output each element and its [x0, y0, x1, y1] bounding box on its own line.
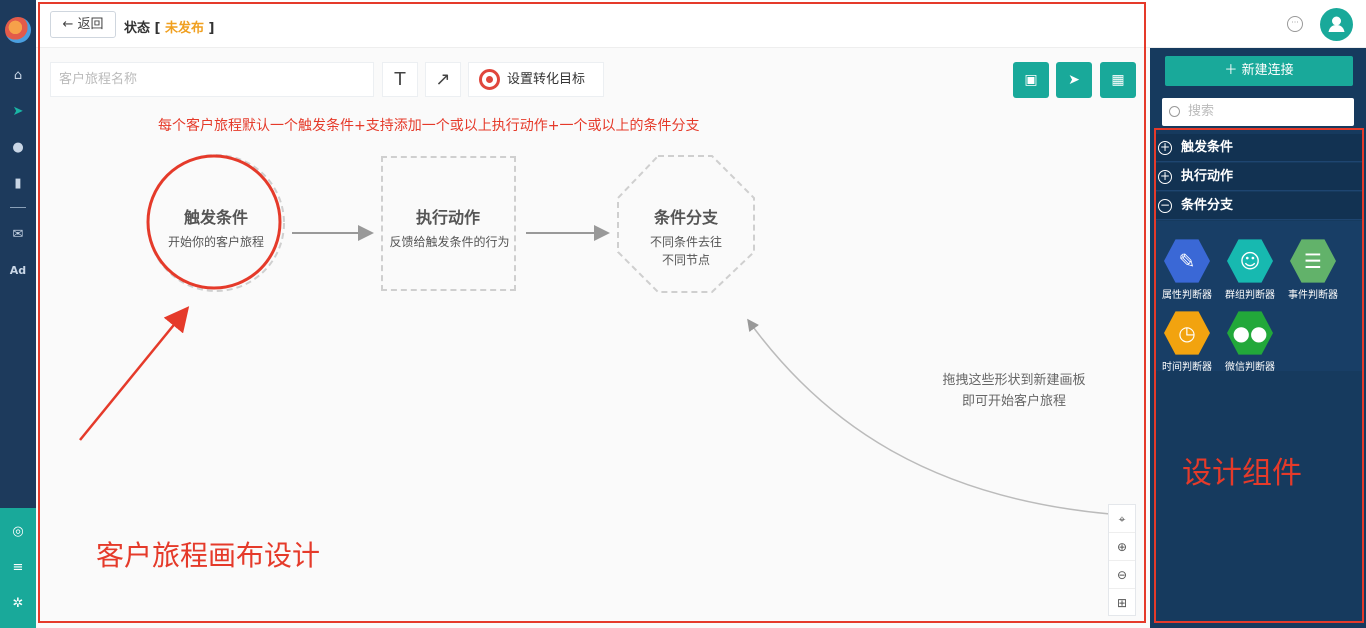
new-connection-button[interactable]: ＋ 新建连接	[1165, 56, 1353, 86]
zoom-in-icon[interactable]: ⊕	[1109, 533, 1135, 561]
network-icon[interactable]: ◎	[8, 522, 28, 542]
component-group[interactable]: ☺ 群组判断器	[1218, 238, 1282, 301]
action-subtitle: 反馈给触发条件的行为	[389, 235, 510, 249]
section-trigger-label: 触发条件	[1181, 140, 1234, 155]
component-label: 微信判断器	[1225, 362, 1275, 373]
chat-icon[interactable]: ···	[1287, 16, 1303, 32]
section-branch-label: 条件分支	[1181, 198, 1234, 213]
component-event[interactable]: ☰ 事件判断器	[1281, 238, 1345, 301]
bar-chart-icon[interactable]: ▮	[8, 174, 28, 194]
user-group-icon: ☺	[1227, 239, 1273, 283]
user-icon[interactable]: ●	[8, 138, 28, 158]
drag-hint-line-1: 拖拽这些形状到新建画板	[942, 373, 1086, 388]
component-wechat[interactable]: ●● 微信判断器	[1218, 310, 1282, 373]
component-search-input[interactable]: 搜索	[1162, 98, 1354, 126]
sitemap-icon[interactable]: ⊞	[1109, 589, 1135, 617]
zoom-out-icon[interactable]: ⊖	[1109, 561, 1135, 589]
branch-subtitle-2: 不同节点	[661, 253, 710, 267]
component-label: 时间判断器	[1162, 362, 1212, 373]
clock-icon: ◷	[1164, 311, 1210, 355]
branch-subtitle-1: 不同条件去往	[649, 235, 722, 249]
component-time[interactable]: ◷ 时间判断器	[1155, 310, 1219, 373]
nav-divider	[10, 207, 26, 208]
status-label: 状态	[124, 21, 151, 36]
trigger-subtitle: 开始你的客户旅程	[167, 235, 264, 249]
server-icon[interactable]: ≡	[8, 558, 28, 578]
edit-icon: ✎	[1164, 239, 1210, 283]
drag-hint-arrow	[747, 318, 1111, 515]
collapse-icon: −	[1158, 198, 1172, 213]
component-attribute[interactable]: ✎ 属性判断器	[1155, 238, 1219, 301]
zoom-controls: ⌖ ⊕ ⊖ ⊞	[1108, 504, 1136, 616]
top-bar: ← 返回 状态 [ 未发布 ] ···	[36, 0, 1366, 48]
status-value: 未发布	[165, 21, 205, 36]
send-icon[interactable]: ➤	[8, 102, 28, 122]
settings-gear-icon[interactable]: ✲	[8, 594, 28, 614]
section-trigger[interactable]: + 触发条件	[1156, 134, 1362, 162]
panel-annotation: 设计组件	[1182, 456, 1302, 491]
status-indicator: 状态 [ 未发布 ]	[124, 21, 215, 36]
plus-icon: ＋	[1224, 63, 1242, 78]
home-icon[interactable]: ⌂	[8, 66, 28, 86]
app-logo[interactable]	[5, 17, 31, 43]
new-connection-label: 新建连接	[1241, 63, 1294, 78]
expand-icon: +	[1158, 140, 1172, 155]
section-action[interactable]: + 执行动作	[1156, 163, 1362, 191]
component-label: 属性判断器	[1162, 290, 1212, 301]
component-label: 事件判断器	[1288, 290, 1338, 301]
user-avatar-icon	[1328, 16, 1345, 32]
expand-icon: +	[1158, 169, 1172, 184]
drag-hint-line-2: 即可开始客户旅程	[961, 394, 1066, 409]
search-placeholder: 搜索	[1188, 104, 1215, 119]
wechat-icon: ●●	[1227, 311, 1273, 355]
search-icon	[1169, 106, 1180, 117]
list-icon: ☰	[1290, 239, 1336, 283]
journey-canvas[interactable]: 客户旅程名称 T ↗ 设置转化目标 ▣ ➤ ▦ 每个客户旅程默认一个触发条件+支…	[36, 48, 1150, 628]
component-panel: ＋ 新建连接 搜索 + 触发条件 + 执行动作 − 条件分支 ✎ 属性判断器 ☺…	[1150, 48, 1366, 628]
locate-icon[interactable]: ⌖	[1109, 505, 1135, 533]
arrow-left-icon: ←	[62, 17, 74, 32]
action-title: 执行动作	[415, 208, 480, 227]
trigger-title: 触发条件	[183, 208, 248, 227]
wechat-nav-icon[interactable]: ✉	[8, 225, 28, 245]
red-annotation-arrow	[79, 306, 190, 441]
component-label: 群组判断器	[1225, 290, 1275, 301]
section-branch[interactable]: − 条件分支	[1156, 192, 1362, 220]
drag-hint: 拖拽这些形状到新建画板 即可开始客户旅程	[894, 370, 1134, 412]
branch-title: 条件分支	[653, 208, 718, 227]
ad-icon[interactable]: Ad	[8, 261, 28, 281]
nav-bottom-group: ◎ ≡ ✲	[0, 508, 36, 628]
back-button[interactable]: ← 返回	[50, 11, 116, 38]
left-nav: ⌂ ➤ ● ▮ ✉ Ad ◎ ≡ ✲	[0, 0, 36, 628]
back-button-label: 返回	[77, 17, 104, 32]
canvas-annotation: 客户旅程画布设计	[96, 539, 321, 572]
avatar[interactable]	[1320, 8, 1353, 41]
section-action-label: 执行动作	[1181, 169, 1234, 184]
